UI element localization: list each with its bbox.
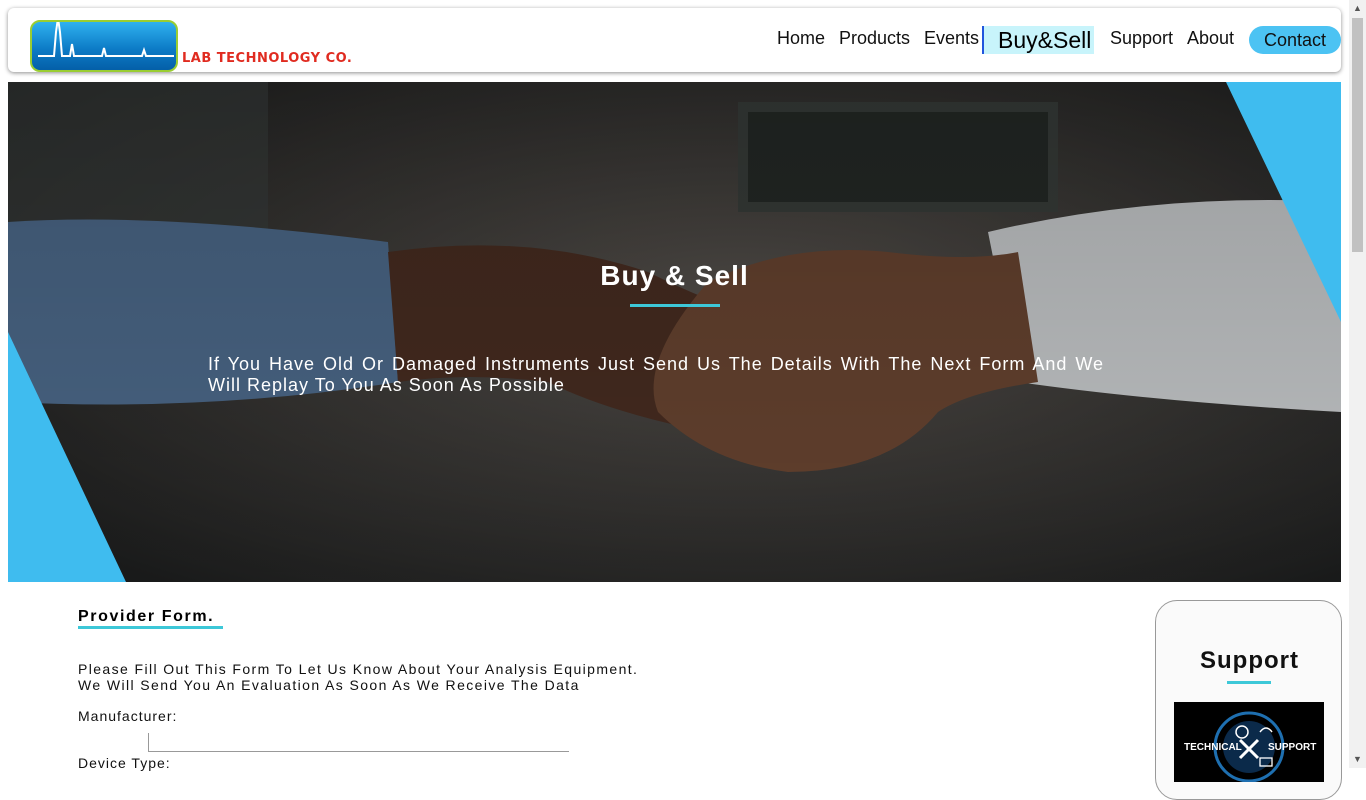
technical-support-image[interactable]: TECHNICAL SUPPORT [1174,702,1324,782]
form-intro-line-2: We Will Send You An Evaluation As Soon A… [78,677,580,693]
form-title-underline [78,626,223,629]
manufacturer-label: Manufacturer: [78,708,178,724]
support-title: Support [1200,647,1299,674]
nav-contact-button[interactable]: Contact [1249,26,1341,54]
nav-support[interactable]: Support [1110,28,1173,49]
form-intro-text: Please Fill Out This Form To Let Us Know… [78,661,638,693]
scroll-down-arrow-icon[interactable]: ▼ [1349,751,1366,768]
manufacturer-input[interactable] [148,733,569,752]
nav-products[interactable]: Products [839,28,910,49]
logo-badge [30,20,178,72]
hero-banner: Buy & Sell If You Have Old Or Damaged In… [8,82,1341,582]
handshake-background-image [8,82,1341,582]
company-logo[interactable]: LAB TECHNOLOGY CO. [30,8,352,74]
hero-title-underline [630,304,720,307]
device-type-label: Device Type: [78,755,171,771]
nav-about[interactable]: About [1187,28,1234,49]
provider-form-title: Provider Form. [78,608,215,625]
support-image-text-left: TECHNICAL [1184,742,1242,753]
support-image-text-right: SUPPORT [1268,742,1316,753]
scrollbar-thumb[interactable] [1352,18,1363,252]
logo-text: LAB TECHNOLOGY CO. [182,50,353,67]
page-scrollbar[interactable]: ▲ ▼ [1349,0,1366,768]
top-navbar: LAB TECHNOLOGY CO. Home Products Events … [8,8,1341,72]
support-card[interactable]: Support TECHNICAL SUPPORT [1155,600,1342,800]
nav-home[interactable]: Home [777,28,825,49]
nav-buy-sell-label: Buy&Sell [998,27,1092,53]
nav-events[interactable]: Events [924,28,979,49]
hero-title: Buy & Sell [600,260,749,291]
nav-buy-sell[interactable]: Buy&Sell [982,26,1094,54]
form-intro-line-1: Please Fill Out This Form To Let Us Know… [78,661,639,677]
scroll-up-arrow-icon[interactable]: ▲ [1349,0,1366,17]
support-title-underline [1227,681,1271,684]
hero-description: If You Have Old Or Damaged Instruments J… [208,354,1104,395]
